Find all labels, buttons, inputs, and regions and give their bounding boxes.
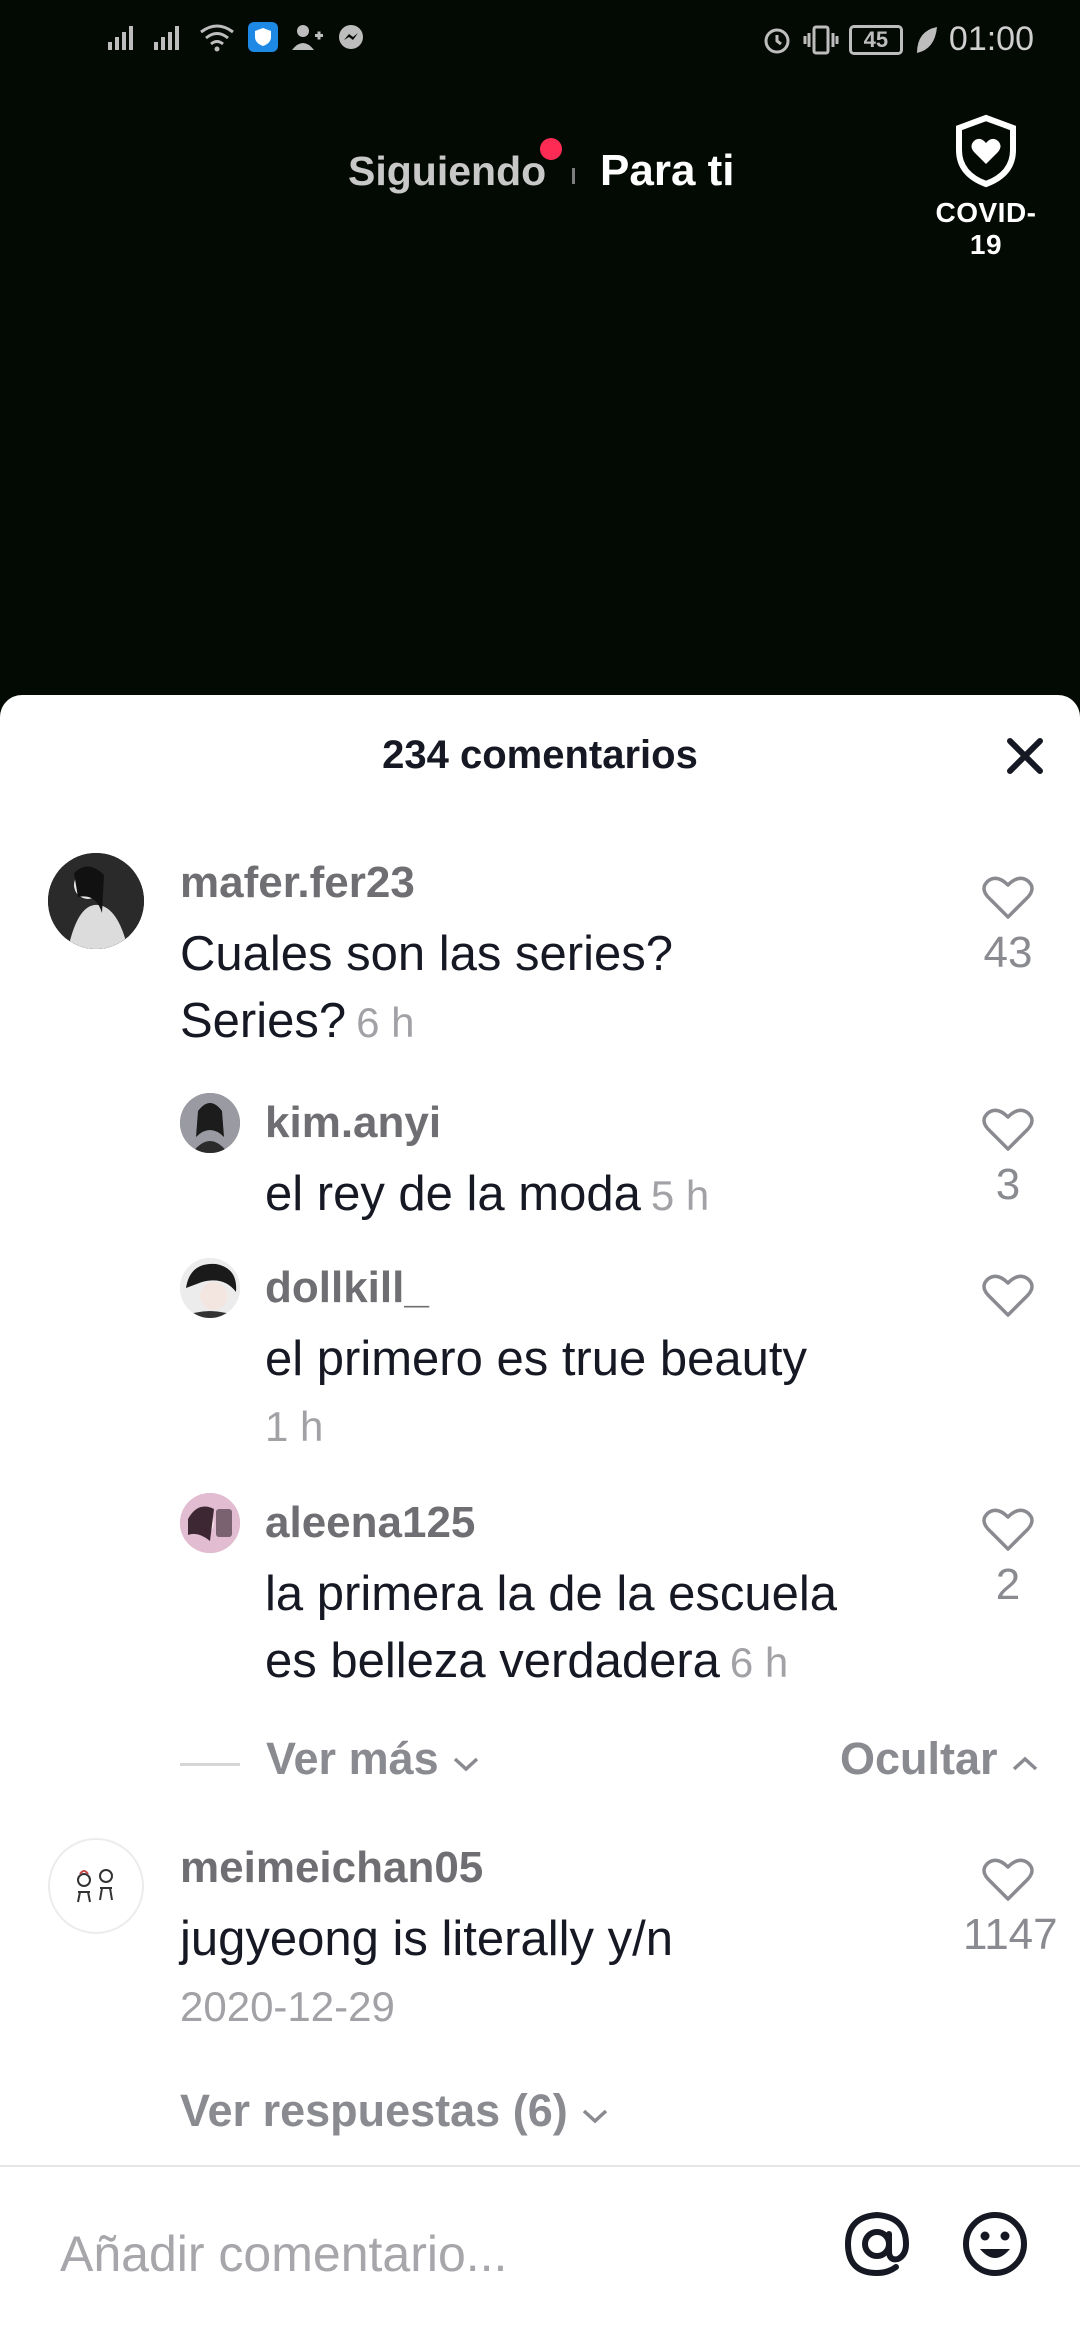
status-right-icons: 45 01:00 (761, 20, 1034, 59)
tab-separator (572, 168, 575, 184)
contact-add-icon (292, 25, 323, 50)
comment-text: la primera la de la escuela es belleza v… (265, 1561, 945, 1696)
view-more-label: Ver más (266, 1733, 439, 1784)
tab-following[interactable]: Siguiendo (348, 148, 546, 195)
comment-username[interactable]: mafer.fer23 (180, 858, 415, 908)
chevron-down-icon (453, 1757, 479, 1772)
hide-label: Ocultar (839, 1733, 998, 1784)
heart-icon (982, 876, 1034, 919)
comment-username[interactable]: kim.anyi (265, 1098, 441, 1148)
like-button[interactable]: 2 (963, 1507, 1053, 1610)
view-replies-label: Ver respuestas (6) (180, 2085, 568, 2136)
comment-text: el primero es true beauty 1 h (265, 1326, 905, 1460)
comment-username[interactable]: meimeichan05 (180, 1843, 483, 1893)
hide-button[interactable]: Ocultar (840, 1733, 1040, 1785)
comments-sheet: 234 comentarios mafer.fer23 Cuales son l… (0, 695, 1080, 2340)
status-left-icons (106, 22, 366, 52)
avatar[interactable] (48, 1838, 144, 1934)
status-bar: 45 01:00 (0, 0, 1080, 84)
comment-text-line: es belleza verdadera (265, 1634, 720, 1688)
avatar[interactable] (180, 1493, 240, 1553)
tab-for-you[interactable]: Para ti (600, 146, 735, 196)
wifi-icon (200, 24, 234, 52)
signal-icon-2 (154, 26, 179, 50)
chevron-up-icon (1012, 1756, 1038, 1771)
comment-time: 6 h (356, 999, 415, 1046)
comment-input-bar (0, 2165, 1080, 2340)
comment-username[interactable]: dollkill_ (265, 1263, 429, 1313)
comment-username[interactable]: aleena125 (265, 1498, 475, 1548)
comment-time: 6 h (729, 1639, 789, 1686)
shield-app-icon (248, 22, 278, 52)
like-button[interactable] (963, 1273, 1053, 1326)
like-button[interactable]: 1147 (963, 1857, 1058, 1960)
chevron-down-icon (583, 2109, 608, 2124)
emoji-icon[interactable] (960, 2209, 1030, 2279)
like-button[interactable]: 43 (963, 875, 1053, 978)
leaf-icon (916, 26, 937, 53)
like-count: 3 (995, 1160, 1021, 1209)
vibrate-icon (803, 25, 839, 54)
view-more-button[interactable]: Ver más (266, 1733, 481, 1785)
top-nav: Siguiendo Para ti COVID-19 (0, 114, 1080, 260)
comment-text: el rey de la moda 5 h (265, 1161, 905, 1229)
comment-text-line: jugyeong is literally y/n (180, 1912, 673, 1966)
divider-line (180, 1763, 240, 1766)
mention-icon[interactable] (842, 2209, 912, 2279)
comment-time: 5 h (650, 1172, 710, 1219)
battery-indicator: 45 (848, 24, 903, 55)
like-count: 2 (995, 1560, 1021, 1609)
covid-label: COVID-19 (935, 197, 1037, 260)
view-replies-button[interactable]: Ver respuestas (6) (180, 2085, 610, 2137)
heart-icon (982, 1508, 1034, 1551)
comment-time: 1 h (265, 1403, 324, 1450)
shield-heart-icon (956, 114, 1016, 188)
avatar[interactable] (180, 1093, 240, 1153)
avatar[interactable] (48, 853, 144, 949)
comment-text-line: el primero es true beauty (265, 1332, 807, 1386)
comment-text-line: la primera la de la escuela (265, 1567, 837, 1621)
like-count: 1147 (963, 1910, 1058, 1959)
comment-text: jugyeong is literally y/n 2020-12-29 (180, 1906, 920, 2040)
heart-icon (982, 1108, 1034, 1151)
avatar[interactable] (180, 1258, 240, 1318)
close-icon[interactable] (1000, 731, 1050, 781)
comment-text-line: el rey de la moda (265, 1167, 641, 1221)
alarm-icon (764, 28, 790, 53)
comment-time: 2020-12-29 (180, 1983, 395, 2030)
messenger-icon (339, 25, 363, 49)
heart-icon (982, 1858, 1034, 1901)
comment-text: Cuales son las series? Series? 6 h (180, 921, 900, 1056)
replies-controls: Ver más Ocultar (180, 1733, 1060, 1793)
covid-button[interactable]: COVID-19 (922, 114, 1050, 261)
comments-count-title: 234 comentarios (382, 733, 698, 777)
signal-icon (108, 26, 133, 50)
like-count: 43 (983, 928, 1033, 977)
like-button[interactable]: 3 (963, 1107, 1053, 1210)
comment-text-line: Cuales son las series? (180, 927, 673, 981)
notification-dot (540, 138, 562, 160)
comment-input[interactable] (60, 2219, 820, 2289)
heart-icon (982, 1274, 1034, 1317)
comment-text-line: Series? (180, 994, 347, 1048)
clock: 01:00 (948, 20, 1034, 58)
